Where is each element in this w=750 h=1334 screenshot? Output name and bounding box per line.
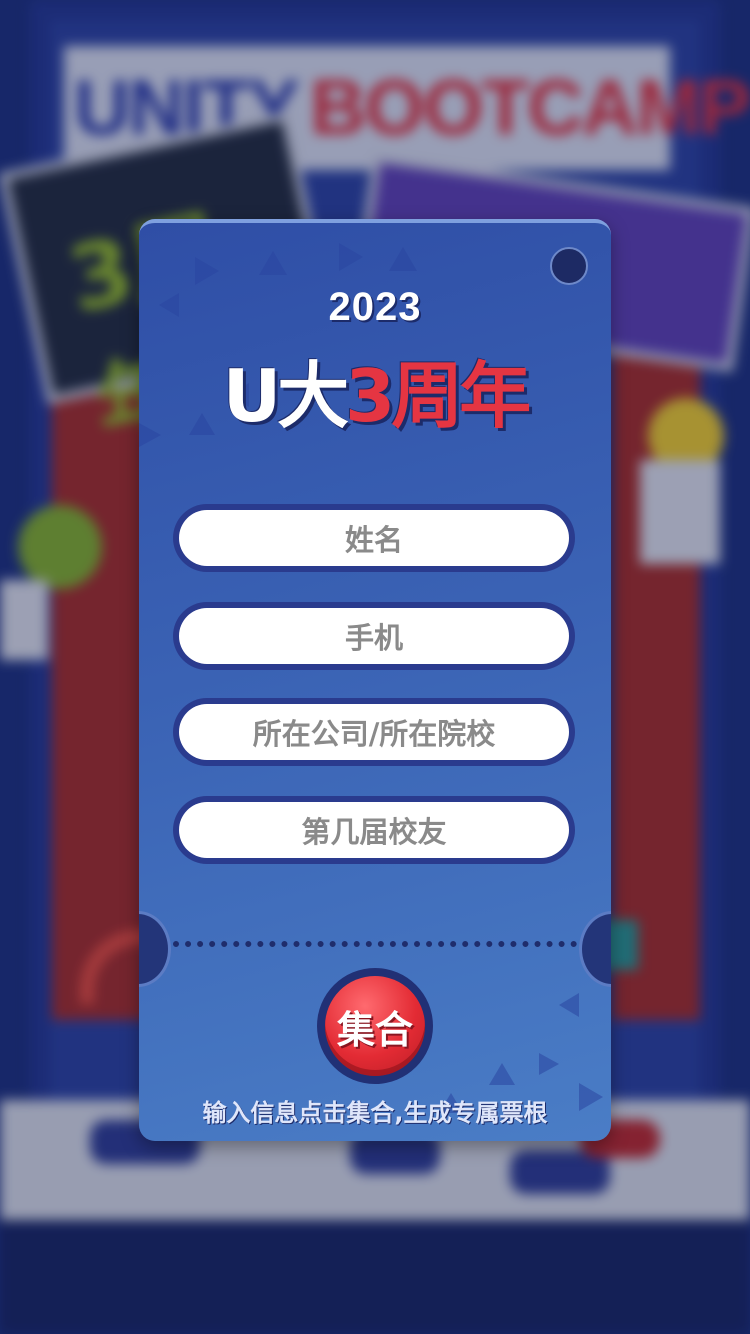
triangle-decoration <box>389 247 417 271</box>
triangle-decoration <box>339 243 363 271</box>
alumni-batch-input[interactable]: 第几届校友 <box>179 802 569 858</box>
hole-punch <box>550 247 588 285</box>
alumni-batch-field[interactable]: 第几届校友 <box>173 796 575 864</box>
hint-text: 输入信息点击集合,生成专属票根 <box>202 1099 548 1127</box>
name-field[interactable]: 姓名 <box>173 504 575 572</box>
ticket-notch-right <box>579 911 611 987</box>
title-u-da: U大 <box>222 354 349 438</box>
triangle-decoration <box>559 993 579 1017</box>
year-text: 2023 <box>328 285 422 329</box>
event-title: U大3周年 <box>139 337 611 442</box>
gather-button[interactable]: 集合 <box>325 976 425 1076</box>
ticket-notch-left <box>139 911 171 987</box>
title-3-zhounian: 3周年 <box>345 354 531 438</box>
ticket-card: 2023 U大3周年 姓名 手机 所在公司/所在院校 第几届校友 集合 输入信息… <box>139 219 611 1141</box>
triangle-decoration <box>195 257 219 285</box>
triangle-decoration <box>539 1053 559 1075</box>
perforation-line <box>173 941 577 947</box>
name-input[interactable]: 姓名 <box>179 510 569 566</box>
gather-button-ring: 集合 <box>317 968 433 1084</box>
triangle-decoration <box>489 1063 515 1085</box>
phone-input[interactable]: 手机 <box>179 608 569 664</box>
company-school-field[interactable]: 所在公司/所在院校 <box>173 698 575 766</box>
phone-field[interactable]: 手机 <box>173 602 575 670</box>
company-school-input[interactable]: 所在公司/所在院校 <box>179 704 569 760</box>
triangle-decoration <box>259 251 287 275</box>
